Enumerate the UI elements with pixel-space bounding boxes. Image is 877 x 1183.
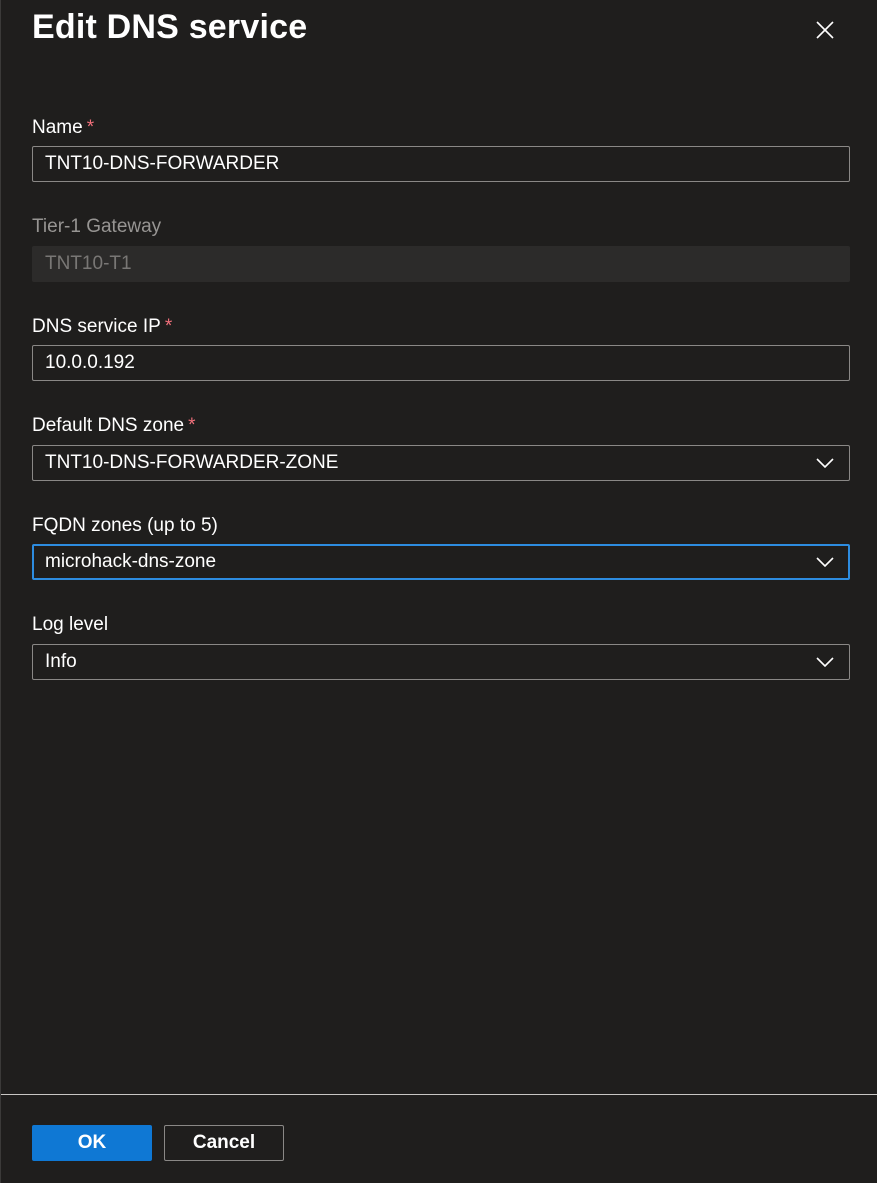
dns-service-ip-label: DNS service IP * (32, 316, 172, 338)
default-dns-zone-dropdown[interactable]: TNT10-DNS-FORWARDER-ZONE (32, 445, 850, 481)
fqdn-zones-dropdown[interactable]: microhack-dns-zone (32, 544, 850, 580)
close-button[interactable] (809, 14, 841, 46)
log-level-label: Log level (32, 614, 108, 636)
close-icon (816, 21, 834, 39)
chevron-down-icon (815, 453, 835, 473)
edit-dns-service-panel: Edit DNS service Name * TNT10-DNS-FORWARD… (0, 0, 877, 1183)
name-input-value: TNT10-DNS-FORWARDER (45, 153, 280, 174)
fqdn-zones-label: FQDN zones (up to 5) (32, 515, 218, 537)
tier1-gateway-value: TNT10-T1 (45, 253, 132, 274)
default-dns-zone-label-text: Default DNS zone (32, 415, 185, 436)
fqdn-zones-label-text: FQDN zones (up to 5) (32, 515, 218, 536)
log-level-label-text: Log level (32, 614, 109, 635)
name-label: Name * (32, 117, 94, 139)
tier1-gateway-field: TNT10-T1 (32, 246, 850, 282)
dns-service-ip-label-text: DNS service IP (32, 316, 161, 337)
name-label-text: Name (32, 117, 83, 138)
footer-divider (1, 1094, 877, 1095)
default-dns-zone-value: TNT10-DNS-FORWARDER-ZONE (45, 452, 339, 473)
default-dns-zone-label: Default DNS zone * (32, 415, 195, 437)
panel-title: Edit DNS service (32, 8, 308, 46)
required-mark: * (86, 117, 95, 138)
fqdn-zones-value: microhack-dns-zone (45, 551, 217, 572)
name-input[interactable]: TNT10-DNS-FORWARDER (32, 146, 850, 182)
chevron-down-icon (815, 552, 835, 572)
dns-service-ip-value: 10.0.0.192 (45, 352, 135, 373)
chevron-down-icon (815, 652, 835, 672)
ok-button[interactable]: OK (32, 1125, 152, 1161)
log-level-dropdown[interactable]: Info (32, 644, 850, 680)
dns-service-ip-input[interactable]: 10.0.0.192 (32, 345, 850, 381)
cancel-button[interactable]: Cancel (164, 1125, 284, 1161)
log-level-value: Info (45, 651, 77, 672)
tier1-gateway-label: Tier-1 Gateway (32, 216, 161, 238)
tier1-gateway-label-text: Tier-1 Gateway (32, 216, 162, 237)
required-mark: * (164, 316, 173, 337)
required-mark: * (188, 415, 196, 436)
